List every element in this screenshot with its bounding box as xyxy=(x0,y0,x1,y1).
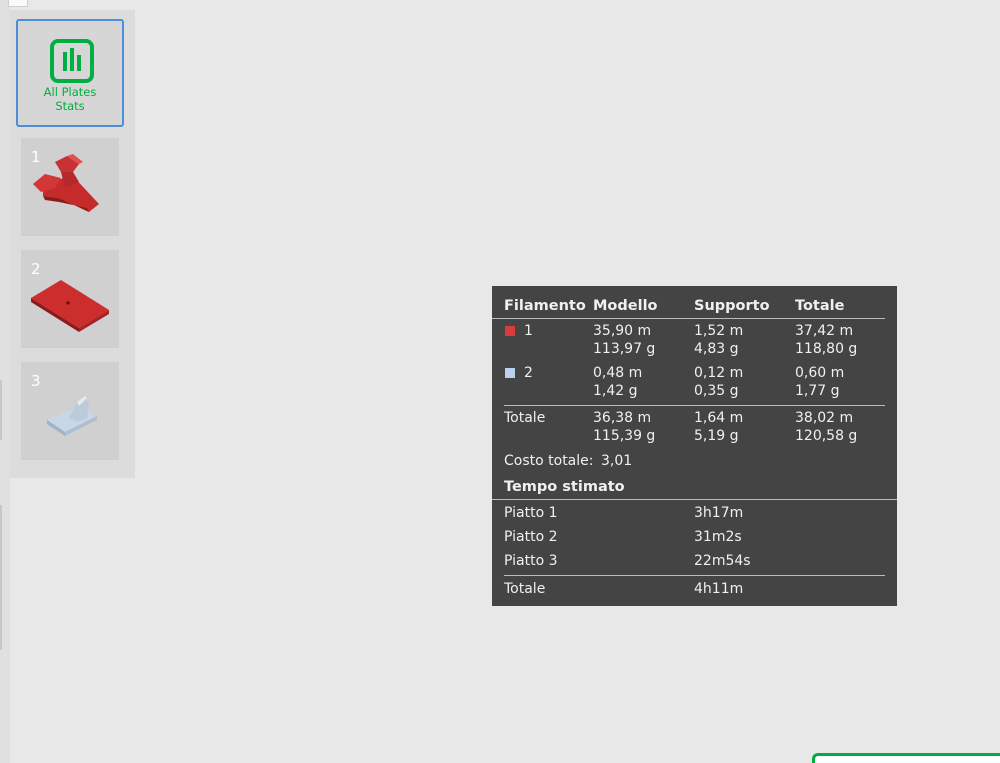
totals-model-length: 36,38 m xyxy=(593,410,652,426)
totals-total-length: 38,02 m xyxy=(795,410,854,426)
plate-number-label: 1 xyxy=(31,148,41,166)
plate-number-label: 2 xyxy=(31,260,41,278)
all-plates-stats-button[interactable]: All Plates Stats xyxy=(16,19,124,127)
plate-thumbnail-3[interactable]: 3 xyxy=(21,362,119,460)
filament-1-support-length: 1,52 m xyxy=(694,323,744,339)
time-total-label: Totale xyxy=(504,581,546,597)
plate-2-time-value: 31m2s xyxy=(694,529,742,545)
time-total-value: 4h11m xyxy=(694,581,744,597)
filament-1-model-length: 35,90 m xyxy=(593,323,652,339)
filament-1-total-weight: 118,80 g xyxy=(795,341,858,357)
filament-1-support-weight: 4,83 g xyxy=(694,341,739,357)
plate-thumbnail-1[interactable]: 1 xyxy=(21,138,119,236)
totals-label: Totale xyxy=(504,410,546,426)
filament-2-support-weight: 0,35 g xyxy=(694,383,739,399)
plate-thumbnail-2[interactable]: 2 xyxy=(21,250,119,348)
filament-1-total-length: 37,42 m xyxy=(795,323,854,339)
time-header-separator xyxy=(492,499,897,500)
header-separator xyxy=(492,318,885,319)
totals-support-length: 1,64 m xyxy=(694,410,744,426)
edge-divider xyxy=(0,380,2,440)
total-cost-label: Costo totale: xyxy=(504,453,594,469)
totals-model-weight: 115,39 g xyxy=(593,428,656,444)
header-support: Supporto xyxy=(694,298,770,314)
plate-3-time-label: Piatto 3 xyxy=(504,553,558,569)
header-model: Modello xyxy=(593,298,658,314)
filament-2-model-weight: 1,42 g xyxy=(593,383,638,399)
slice-statistics-panel: Filamento Modello Supporto Totale 1 35,9… xyxy=(492,286,897,606)
header-filament: Filamento xyxy=(504,298,586,314)
estimated-time-title: Tempo stimato xyxy=(504,479,625,495)
plate-2-time-label: Piatto 2 xyxy=(504,529,558,545)
plate-1-time-label: Piatto 1 xyxy=(504,505,558,521)
filament-2-model-length: 0,48 m xyxy=(593,365,643,381)
filament-2-id: 2 xyxy=(524,365,533,381)
total-cost-value: 3,01 xyxy=(601,453,633,469)
plate-3-time-value: 22m54s xyxy=(694,553,751,569)
filament-2-total-weight: 1,77 g xyxy=(795,383,840,399)
filament-1-color-swatch xyxy=(505,326,515,336)
header-total: Totale xyxy=(795,298,845,314)
all-plates-stats-label: All Plates Stats xyxy=(43,85,97,113)
totals-total-weight: 120,58 g xyxy=(795,428,858,444)
plates-sidebar: All Plates Stats 1 2 3 xyxy=(10,10,135,478)
time-total-separator xyxy=(504,575,885,576)
filament-1-id: 1 xyxy=(524,323,533,339)
bottom-action-bar[interactable] xyxy=(812,753,1000,763)
plate-1-time-value: 3h17m xyxy=(694,505,744,521)
window-corner-mark xyxy=(8,0,28,7)
totals-separator xyxy=(504,405,885,406)
plate-number-label: 3 xyxy=(31,372,41,390)
stats-chart-icon xyxy=(50,39,94,83)
filament-2-total-length: 0,60 m xyxy=(795,365,845,381)
totals-support-weight: 5,19 g xyxy=(694,428,739,444)
filament-2-color-swatch xyxy=(505,368,515,378)
filament-1-model-weight: 113,97 g xyxy=(593,341,656,357)
filament-2-support-length: 0,12 m xyxy=(694,365,744,381)
edge-divider xyxy=(0,505,2,650)
